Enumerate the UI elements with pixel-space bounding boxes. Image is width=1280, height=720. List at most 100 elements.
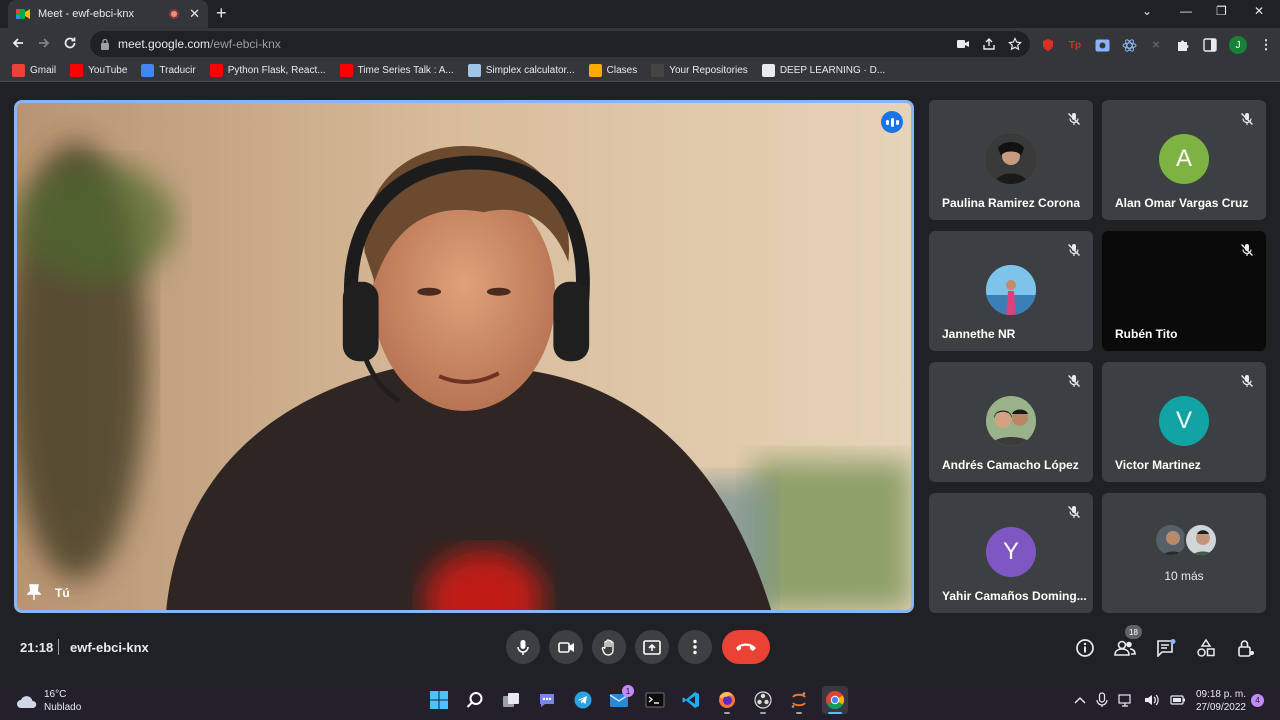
avatar bbox=[1184, 523, 1218, 557]
weather-widget[interactable]: 16°C Nublado bbox=[16, 688, 81, 714]
participant-tile[interactable]: V Victor Martinez bbox=[1102, 362, 1266, 482]
reload-icon[interactable] bbox=[62, 35, 78, 51]
back-arrow-icon[interactable] bbox=[10, 35, 26, 51]
maximize-button[interactable]: ❐ bbox=[1216, 4, 1227, 18]
obs-button[interactable] bbox=[750, 686, 776, 714]
mic-muted-icon bbox=[1068, 506, 1080, 518]
participant-tile[interactable]: Rubén Tito bbox=[1102, 231, 1266, 351]
close-window-button[interactable]: ✕ bbox=[1254, 4, 1264, 18]
terminal-icon bbox=[645, 692, 665, 708]
participant-tile[interactable]: Y Yahir Camaños Doming... bbox=[929, 493, 1093, 613]
bookmark-item[interactable]: Traducir bbox=[141, 64, 196, 77]
task-view-icon bbox=[503, 693, 519, 707]
volume-icon[interactable] bbox=[1144, 693, 1160, 707]
firefox-button[interactable] bbox=[714, 686, 740, 714]
leave-call-button[interactable] bbox=[722, 630, 770, 664]
browser-menu-icon[interactable]: ⋮ bbox=[1258, 37, 1274, 53]
extensions-puzzle-icon[interactable] bbox=[1175, 37, 1191, 53]
more-options-button[interactable] bbox=[678, 630, 712, 664]
battery-icon[interactable] bbox=[1170, 693, 1186, 707]
avatar bbox=[986, 134, 1036, 184]
chat-icon bbox=[1157, 639, 1176, 657]
bookmark-item[interactable]: Time Series Talk : A... bbox=[339, 64, 454, 77]
camera-permission-icon[interactable] bbox=[956, 37, 970, 51]
tab-close-icon[interactable]: ✕ bbox=[189, 6, 200, 22]
meeting-details-button[interactable] bbox=[1074, 637, 1096, 659]
task-view-button[interactable] bbox=[498, 686, 524, 714]
address-bar[interactable]: meet.google.com/ewf-ebci-knx bbox=[90, 31, 1030, 57]
people-button[interactable] bbox=[1114, 637, 1136, 659]
jupyter-button[interactable] bbox=[786, 686, 812, 714]
youtube-icon bbox=[209, 64, 223, 77]
translate-icon bbox=[141, 64, 155, 77]
bookmark-item[interactable]: Python Flask, React... bbox=[209, 64, 326, 77]
bookmark-item[interactable]: Gmail bbox=[12, 64, 56, 77]
lock-person-icon bbox=[1238, 640, 1254, 657]
show-hidden-icons-chevron-icon[interactable] bbox=[1074, 695, 1086, 705]
telegram-button[interactable] bbox=[570, 686, 596, 714]
bookmark-item[interactable]: DEEP LEARNING · D... bbox=[761, 64, 886, 77]
camera-button[interactable] bbox=[549, 630, 583, 664]
profile-avatar[interactable]: J bbox=[1229, 36, 1247, 54]
teams-chat-button[interactable] bbox=[534, 686, 560, 714]
bookmark-item[interactable]: Simplex calculator... bbox=[467, 64, 575, 77]
temperature: 16°C bbox=[44, 689, 67, 700]
bookmark-item[interactable]: YouTube bbox=[70, 64, 127, 77]
forward-arrow-icon[interactable] bbox=[36, 35, 52, 51]
participant-tile[interactable]: A Alan Omar Vargas Cruz bbox=[1102, 100, 1266, 220]
terminal-button[interactable] bbox=[642, 686, 668, 714]
tab-search-chevron-icon[interactable]: ⌄ bbox=[1142, 4, 1152, 18]
bookmark-label: Clases bbox=[606, 65, 638, 76]
extension-tp-icon[interactable]: Tp bbox=[1067, 37, 1083, 53]
bookmark-label: Your Repositories bbox=[669, 65, 748, 76]
bookmark-star-icon[interactable] bbox=[1008, 37, 1022, 51]
participant-tile[interactable]: Andrés Camacho López bbox=[929, 362, 1093, 482]
new-tab-button[interactable]: + bbox=[216, 4, 227, 22]
present-screen-button[interactable] bbox=[635, 630, 669, 664]
share-icon[interactable] bbox=[982, 37, 996, 51]
bookmark-item[interactable]: Clases bbox=[588, 64, 638, 77]
vscode-button[interactable] bbox=[678, 686, 704, 714]
mail-button[interactable]: 1 bbox=[606, 685, 634, 714]
raise-hand-button[interactable] bbox=[592, 630, 626, 664]
network-icon[interactable] bbox=[1118, 693, 1134, 707]
bookmark-item[interactable]: Your Repositories bbox=[651, 64, 748, 77]
extension-red-shield-icon[interactable] bbox=[1040, 37, 1056, 53]
participant-tile[interactable]: Jannethe NR bbox=[929, 231, 1093, 351]
microphone-button[interactable] bbox=[506, 630, 540, 664]
extension-react-icon[interactable] bbox=[1121, 37, 1137, 53]
vscode-icon bbox=[682, 692, 699, 708]
taskbar-clock[interactable]: 09:18 p. m. 27/09/2022 bbox=[1190, 688, 1246, 714]
windows-logo-icon bbox=[430, 691, 448, 709]
bookmark-label: Python Flask, React... bbox=[227, 65, 326, 76]
participant-name: Paulina Ramirez Corona bbox=[942, 196, 1081, 210]
participant-tile[interactable]: Paulina Ramirez Corona bbox=[929, 100, 1093, 220]
running-indicator bbox=[760, 712, 766, 714]
notification-count-badge[interactable]: 4 bbox=[1251, 694, 1264, 707]
chat-app-icon bbox=[540, 694, 554, 707]
self-video-tile[interactable]: Tú bbox=[14, 100, 914, 613]
host-controls-button[interactable] bbox=[1235, 637, 1257, 659]
pin-icon[interactable] bbox=[27, 584, 41, 600]
side-panel-icon[interactable] bbox=[1202, 37, 1218, 53]
chrome-button[interactable] bbox=[822, 686, 848, 714]
more-participants-tile[interactable]: 10 más bbox=[1102, 493, 1266, 613]
mic-muted-icon bbox=[1068, 113, 1080, 125]
extension-x-icon[interactable]: ✕ bbox=[1148, 37, 1164, 53]
participant-name: Rubén Tito bbox=[1115, 327, 1178, 341]
extension-screen-icon[interactable] bbox=[1094, 37, 1110, 53]
microphone-in-use-icon[interactable] bbox=[1096, 692, 1108, 708]
search-button[interactable] bbox=[462, 686, 488, 714]
simplex-icon bbox=[467, 64, 481, 77]
start-button[interactable] bbox=[426, 686, 452, 714]
bookmark-label: DEEP LEARNING · D... bbox=[779, 65, 886, 76]
minimize-button[interactable]: — bbox=[1180, 4, 1192, 18]
hand-icon bbox=[601, 638, 614, 656]
chat-button[interactable] bbox=[1155, 637, 1177, 659]
divider bbox=[58, 639, 59, 655]
activities-button[interactable] bbox=[1195, 637, 1217, 659]
tab-meet[interactable]: Meet - ewf-ebci-knx ✕ bbox=[8, 0, 208, 28]
recording-indicator-icon bbox=[169, 9, 180, 19]
microphone-icon bbox=[517, 640, 529, 655]
firefox-icon bbox=[719, 692, 735, 708]
